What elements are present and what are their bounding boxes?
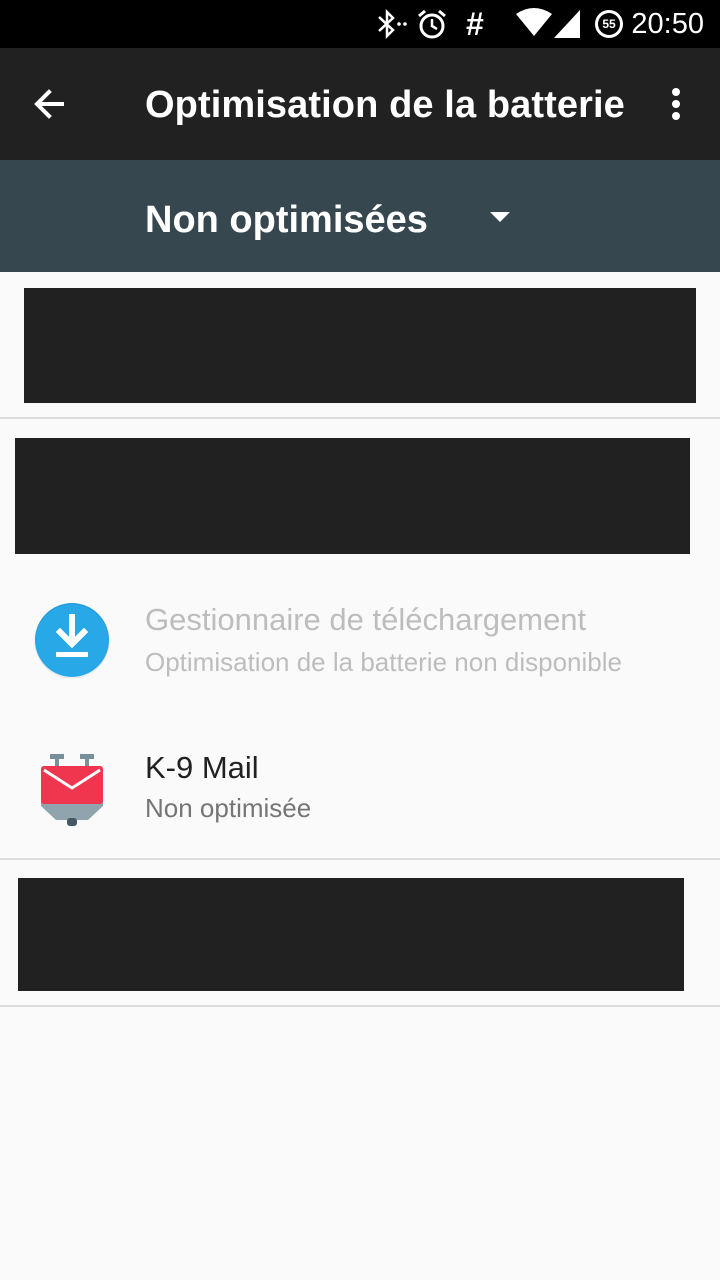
divider [0, 858, 720, 860]
status-time: 20:50 [631, 8, 704, 40]
arrow-back-icon[interactable] [24, 80, 72, 128]
battery-icon: 55 [595, 10, 623, 38]
status-bar: # 55 20:50 [0, 0, 720, 48]
app-name: K-9 Mail [145, 750, 259, 785]
wifi-icon [516, 8, 552, 36]
alarm-icon [418, 9, 446, 39]
filter-bar: Non optimisées [0, 160, 720, 272]
list-item-download-manager[interactable]: Gestionnaire de téléchargement Optimisat… [0, 570, 720, 710]
bluetooth-icon [378, 8, 407, 40]
divider [0, 1005, 720, 1007]
hash-icon: # [466, 6, 484, 42]
page-title: Optimisation de la batterie [145, 84, 625, 126]
list-item-k9-mail[interactable]: K-9 Mail Non optimisée [0, 718, 720, 858]
battery-level: 55 [598, 13, 620, 35]
divider [0, 417, 720, 419]
dropdown-arrow-icon [490, 212, 510, 222]
app-status: Optimisation de la batterie non disponib… [145, 647, 622, 677]
download-manager-icon [34, 603, 110, 679]
signal-icon [554, 10, 580, 38]
app-toolbar: Optimisation de la batterie [0, 48, 720, 160]
app-status: Non optimisée [145, 793, 312, 823]
filter-spinner[interactable]: Non optimisées [140, 184, 530, 248]
redacted-block [15, 438, 690, 554]
redacted-block [24, 288, 696, 403]
filter-selected-label: Non optimisées [145, 199, 428, 241]
app-name: Gestionnaire de téléchargement [145, 602, 587, 637]
redacted-block [18, 878, 684, 991]
more-vert-icon[interactable] [656, 80, 696, 128]
k9-mail-icon [41, 754, 103, 826]
